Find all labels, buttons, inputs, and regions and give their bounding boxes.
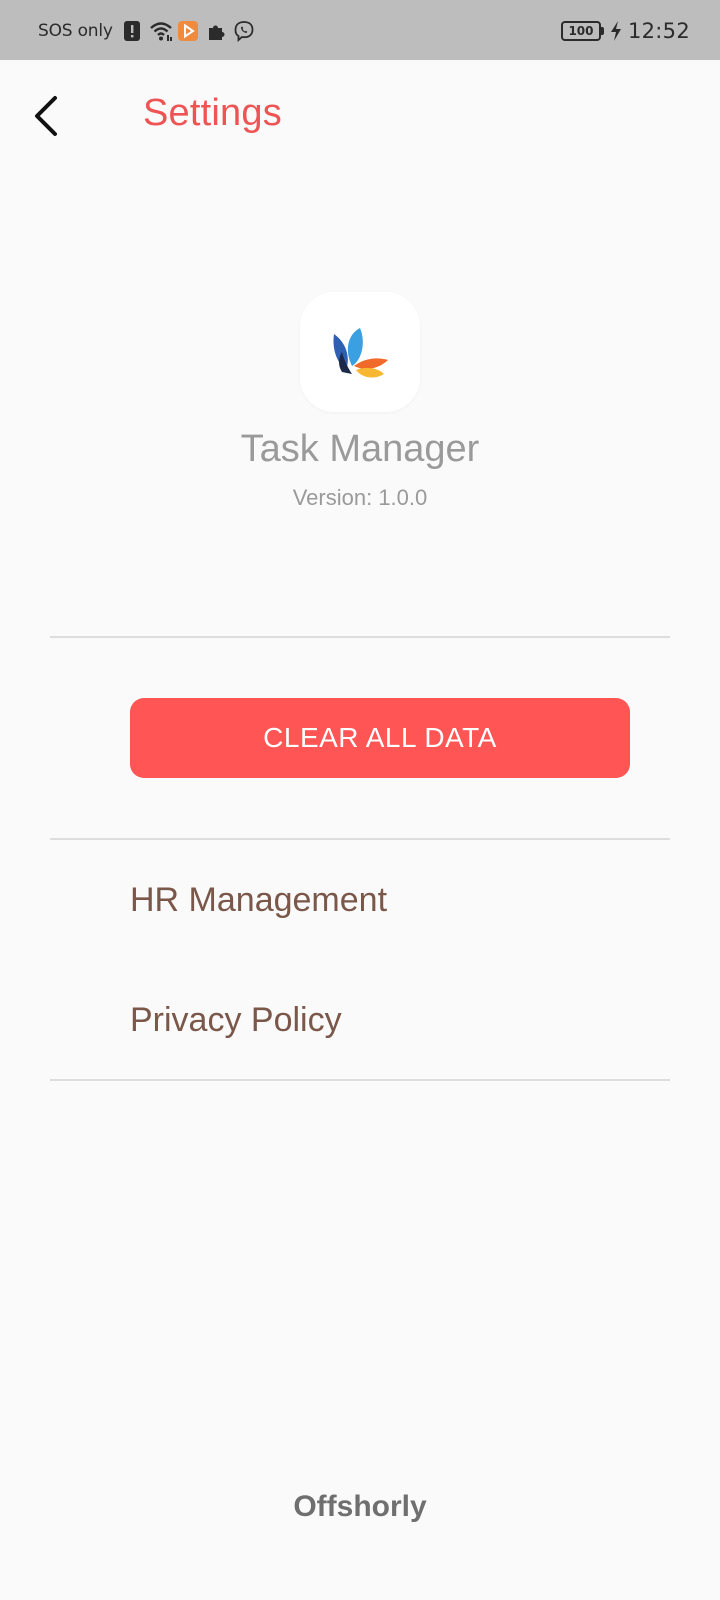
footer-brand: Offshorly <box>293 1490 427 1523</box>
divider <box>50 838 670 840</box>
page-title: Settings <box>143 92 282 134</box>
clock: 12:52 <box>627 19 690 43</box>
status-right: 100 12:52 <box>560 18 690 44</box>
butterfly-logo-icon <box>333 328 388 378</box>
wifi-icon <box>149 20 172 42</box>
app-logo-tile <box>300 292 420 412</box>
back-button[interactable] <box>22 88 70 144</box>
puzzle-icon <box>205 20 227 42</box>
divider <box>50 636 670 638</box>
menu-item-hr-management[interactable]: HR Management <box>130 860 670 940</box>
chevron-left-icon <box>35 96 57 136</box>
battery-icon: 100 <box>560 21 604 41</box>
clear-all-data-button[interactable]: CLEAR ALL DATA <box>130 698 630 778</box>
app-version: Version: 1.0.0 <box>292 485 428 510</box>
app-name: Task Manager <box>240 428 480 470</box>
divider <box>50 1079 670 1081</box>
play-store-icon <box>177 20 199 42</box>
app-bar: Settings <box>0 60 720 172</box>
charging-icon <box>610 20 622 42</box>
status-left: SOS only <box>38 18 255 44</box>
battery-level: 100 <box>560 21 601 41</box>
alert-icon <box>121 20 143 42</box>
menu-item-privacy-policy[interactable]: Privacy Policy <box>130 980 670 1060</box>
status-bar: SOS only 100 12:52 <box>0 0 720 60</box>
carrier-label: SOS only <box>38 21 113 41</box>
viber-icon <box>233 20 255 42</box>
